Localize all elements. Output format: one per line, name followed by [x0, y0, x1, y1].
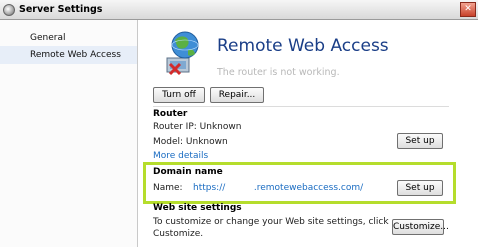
- router-ip-text: Router IP: Unknown: [153, 122, 242, 132]
- repair-button[interactable]: Repair...: [210, 87, 264, 103]
- server-settings-icon: [3, 4, 15, 16]
- title-bar[interactable]: Server Settings ✕: [0, 0, 478, 20]
- close-button[interactable]: ✕: [460, 2, 476, 17]
- router-setup-button[interactable]: Set up: [397, 133, 443, 149]
- router-model-text: Model: Unknown: [153, 137, 228, 147]
- sidebar-item-label: General: [30, 33, 66, 43]
- sidebar-item-remote-web-access[interactable]: Remote Web Access: [0, 46, 137, 64]
- more-details-link[interactable]: More details: [153, 151, 208, 161]
- sidebar-item-label: Remote Web Access: [30, 50, 121, 60]
- server-settings-window: Server Settings ✕ General Remote Web Acc…: [0, 0, 478, 247]
- domain-setup-button[interactable]: Set up: [397, 180, 443, 196]
- domain-url-link[interactable]: https:// .remotewebaccess.com/: [193, 183, 363, 193]
- domain-section-title: Domain name: [153, 167, 223, 177]
- sidebar-item-general[interactable]: General: [0, 29, 137, 47]
- sidebar: General Remote Web Access: [0, 20, 138, 247]
- globe-network-icon: [166, 31, 199, 76]
- website-section-title: Web site settings: [153, 203, 242, 213]
- page-title: Remote Web Access: [217, 36, 389, 56]
- website-description-line2: Customize.: [153, 229, 204, 239]
- turn-off-button[interactable]: Turn off: [153, 87, 205, 103]
- website-description-line1: To customize or change your Web site set…: [153, 217, 389, 227]
- router-status-text: The router is not working.: [217, 67, 340, 78]
- customize-button[interactable]: Customize...: [392, 219, 449, 235]
- domain-name-label: Name:: [153, 183, 183, 193]
- router-section-title: Router: [153, 109, 188, 119]
- divider: [153, 106, 449, 107]
- window-title: Server Settings: [19, 4, 103, 15]
